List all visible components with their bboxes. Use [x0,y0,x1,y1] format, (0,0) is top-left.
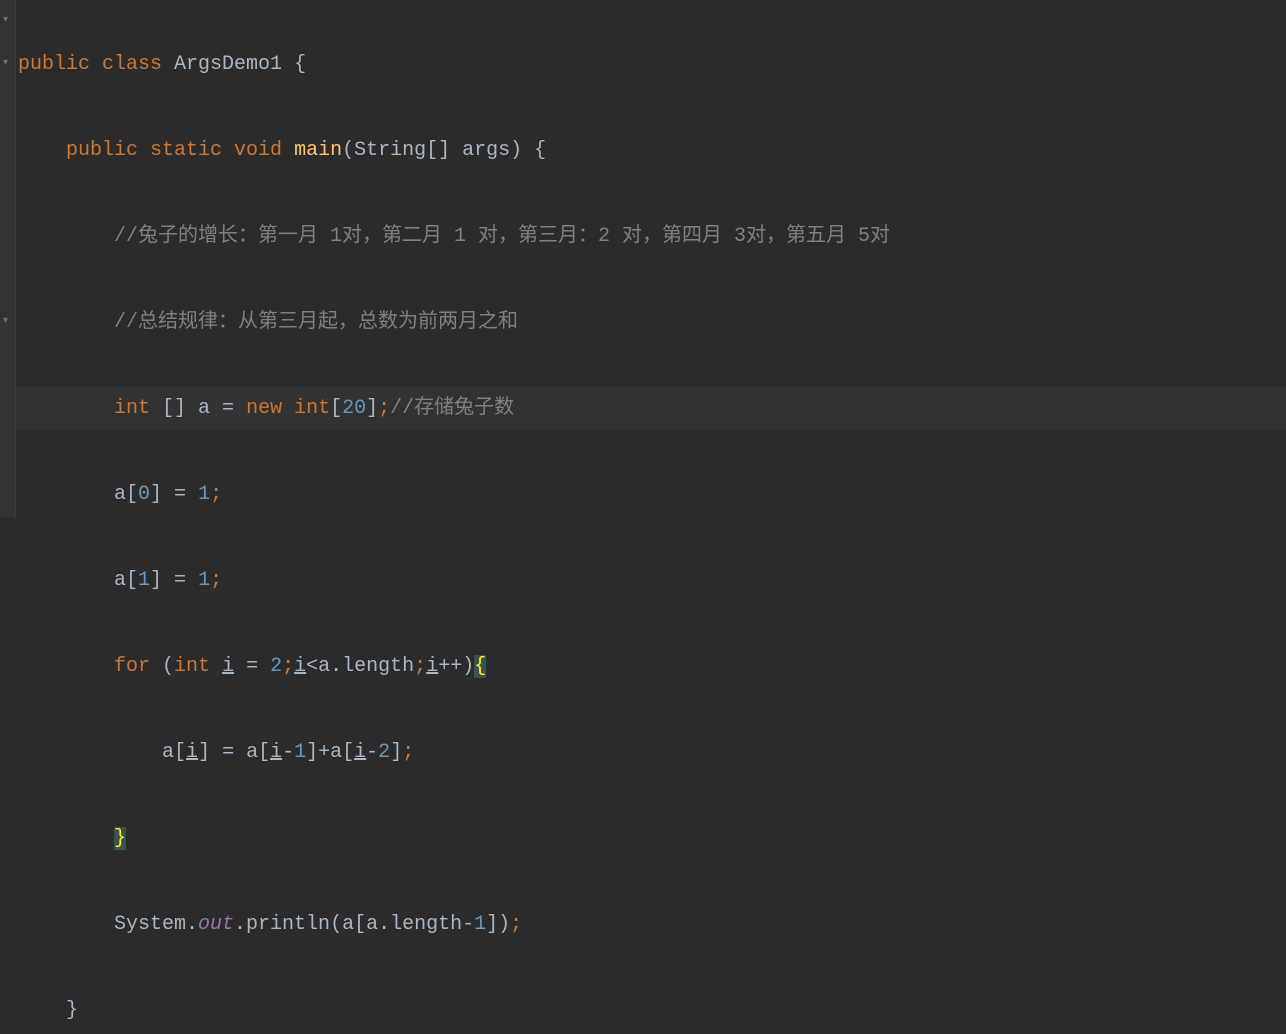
fold-marker-icon[interactable]: ▾ [3,16,13,26]
code-line: //总结规律：从第三月起，总数为前两月之和 [18,301,890,344]
code-line: public static void main(String[] args) { [18,129,890,172]
fold-marker-icon[interactable]: ▾ [3,317,13,327]
code-line: } [18,989,890,1032]
editor-gutter: ▾ ▾ ▾ [0,0,16,517]
code-line: for (int i = 2;i<a.length;i++){ [18,645,890,688]
code-editor[interactable]: public class ArgsDemo1 { public static v… [18,0,890,1034]
code-line: a[1] = 1; [18,559,890,602]
code-line: int [] a = new int[20];//存储兔子数 [18,387,890,430]
code-line: a[0] = 1; [18,473,890,516]
code-line: } [18,817,890,860]
fold-marker-icon[interactable]: ▾ [3,59,13,69]
code-line: public class ArgsDemo1 { [18,43,890,86]
code-line: //兔子的增长：第一月 1对，第二月 1 对，第三月：2 对，第四月 3对，第五… [18,215,890,258]
code-line: System.out.println(a[a.length-1]); [18,903,890,946]
code-line: a[i] = a[i-1]+a[i-2]; [18,731,890,774]
